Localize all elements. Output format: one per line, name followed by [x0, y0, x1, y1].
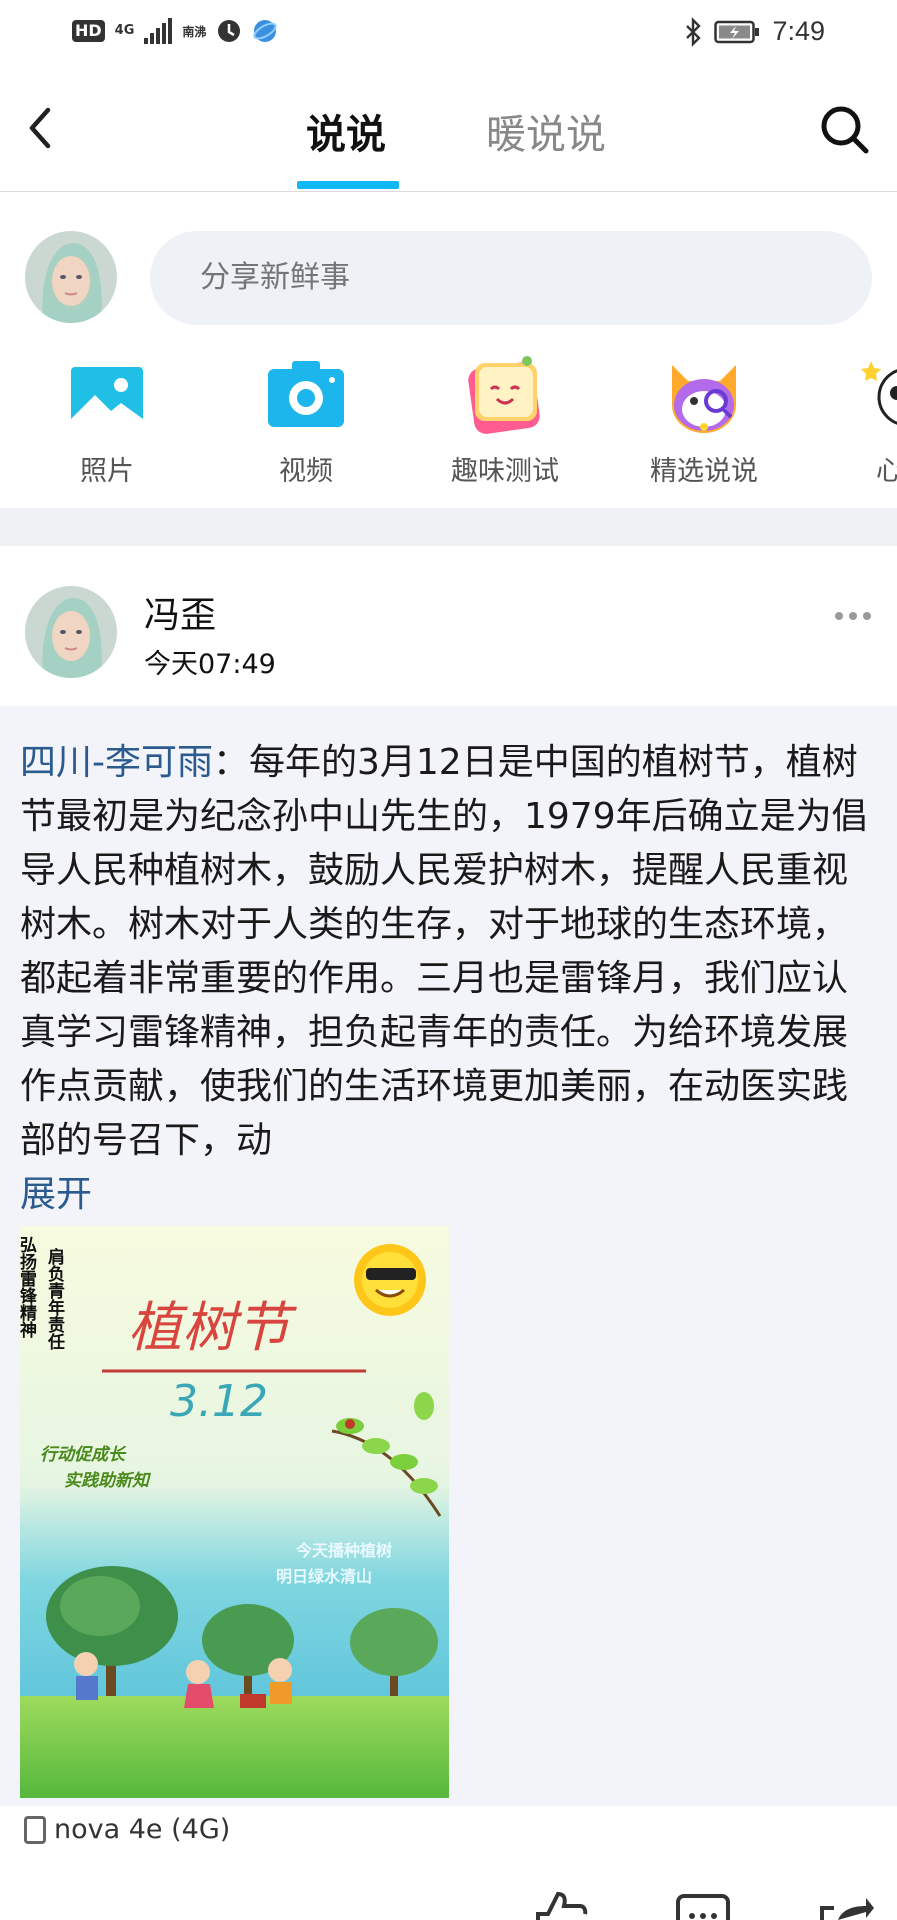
action-featured[interactable]: 精选说说	[624, 353, 784, 488]
feed-post: 冯歪 今天07:49 四川-李可雨：每年的3月12日是中国的植树节，植树节最初是…	[0, 546, 897, 1920]
action-label: 视频	[279, 456, 333, 487]
camera-icon	[268, 361, 344, 427]
poster-title: 植树节	[128, 1296, 297, 1359]
action-quiz[interactable]: 趣味测试	[425, 353, 585, 488]
carrier-icon: 南沸	[182, 24, 207, 39]
share-input[interactable]	[150, 231, 872, 325]
author-avatar[interactable]	[25, 586, 117, 678]
device-name: nova 4e (4G)	[54, 1814, 231, 1845]
network-type: 4G	[114, 23, 135, 38]
signal-icon	[144, 18, 173, 44]
poster-slogan-2: 实践助新知	[64, 1471, 152, 1491]
action-label: 趣味测试	[451, 456, 559, 487]
device-info: nova 4e (4G)	[24, 1814, 230, 1845]
composer-panel: 照片 视频 趣味测试 精选说说 心情	[0, 193, 897, 508]
post-content: ：每年的3月12日是中国的植树节，植树节最初是为纪念孙中山先生的，1979年后确…	[20, 742, 868, 1161]
action-photo[interactable]: 照片	[27, 353, 187, 488]
action-label: 心情	[876, 456, 897, 487]
sun-icon	[354, 1244, 426, 1316]
action-mood[interactable]: 心情	[823, 353, 897, 488]
quick-actions: 照片 视频 趣味测试 精选说说 心情	[0, 353, 897, 487]
photo-icon	[71, 367, 143, 425]
like-icon[interactable]	[530, 1892, 588, 1920]
mood-icon	[861, 361, 897, 425]
poster-date: 3.12	[170, 1376, 268, 1427]
poster-slogan-1: 行动促成长	[40, 1445, 127, 1465]
post-image[interactable]: 弘扬雷锋精神 肩负青年责任 植树节 3.12 行动促成长 实践助新知 今天播种植…	[20, 1226, 449, 1798]
section-divider	[0, 508, 897, 546]
expand-link[interactable]: 展开	[20, 1168, 92, 1222]
alarm-icon	[218, 20, 241, 42]
status-left: HD 4G 南沸	[72, 18, 278, 44]
poster-vertical-left: 弘扬雷锋精神	[20, 1236, 37, 1339]
action-video[interactable]: 视频	[226, 353, 386, 488]
status-right: 7:49	[684, 16, 825, 47]
back-icon[interactable]	[18, 98, 66, 158]
quiz-icon	[468, 356, 540, 434]
phone-icon	[24, 1815, 46, 1844]
bluetooth-icon	[686, 16, 702, 47]
tab-indicator	[297, 181, 399, 189]
search-icon[interactable]	[819, 104, 871, 156]
poster-slogan-4: 明日绿水清山	[276, 1567, 372, 1586]
status-bar: HD 4G 南沸 7:49	[0, 0, 897, 68]
browser-icon	[253, 20, 278, 42]
share-icon[interactable]	[818, 1892, 876, 1920]
comment-icon[interactable]	[674, 1892, 732, 1920]
cat-magnifier-icon	[672, 365, 736, 433]
more-options-icon[interactable]	[835, 608, 875, 624]
tab-shuoshuo[interactable]: 说说	[306, 102, 386, 160]
avatar[interactable]	[25, 231, 117, 323]
hd-badge: HD	[72, 20, 105, 42]
poster-slogan-3: 今天播种植树	[295, 1541, 392, 1560]
action-label: 照片	[80, 456, 134, 487]
post-body: 四川-李可雨：每年的3月12日是中国的植树节，植树节最初是为纪念孙中山先生的，1…	[0, 706, 897, 1806]
repost-source-link[interactable]: 四川-李可雨	[20, 742, 213, 783]
post-text: 四川-李可雨：每年的3月12日是中国的植树节，植树节最初是为纪念孙中山先生的，1…	[20, 736, 880, 1168]
poster-vertical-right: 肩负青年责任	[44, 1247, 66, 1351]
post-time: 今天07:49	[144, 649, 276, 680]
battery-icon	[714, 20, 760, 43]
action-label: 精选说说	[650, 456, 758, 487]
top-nav: 说说 暖说说	[0, 68, 897, 192]
tab-nuanshuoshuo[interactable]: 暖说说	[486, 102, 606, 160]
author-name[interactable]: 冯歪	[144, 586, 216, 638]
status-time: 7:49	[772, 16, 825, 46]
post-header: 冯歪 今天07:49	[0, 546, 897, 706]
post-action-bar	[0, 1892, 897, 1920]
